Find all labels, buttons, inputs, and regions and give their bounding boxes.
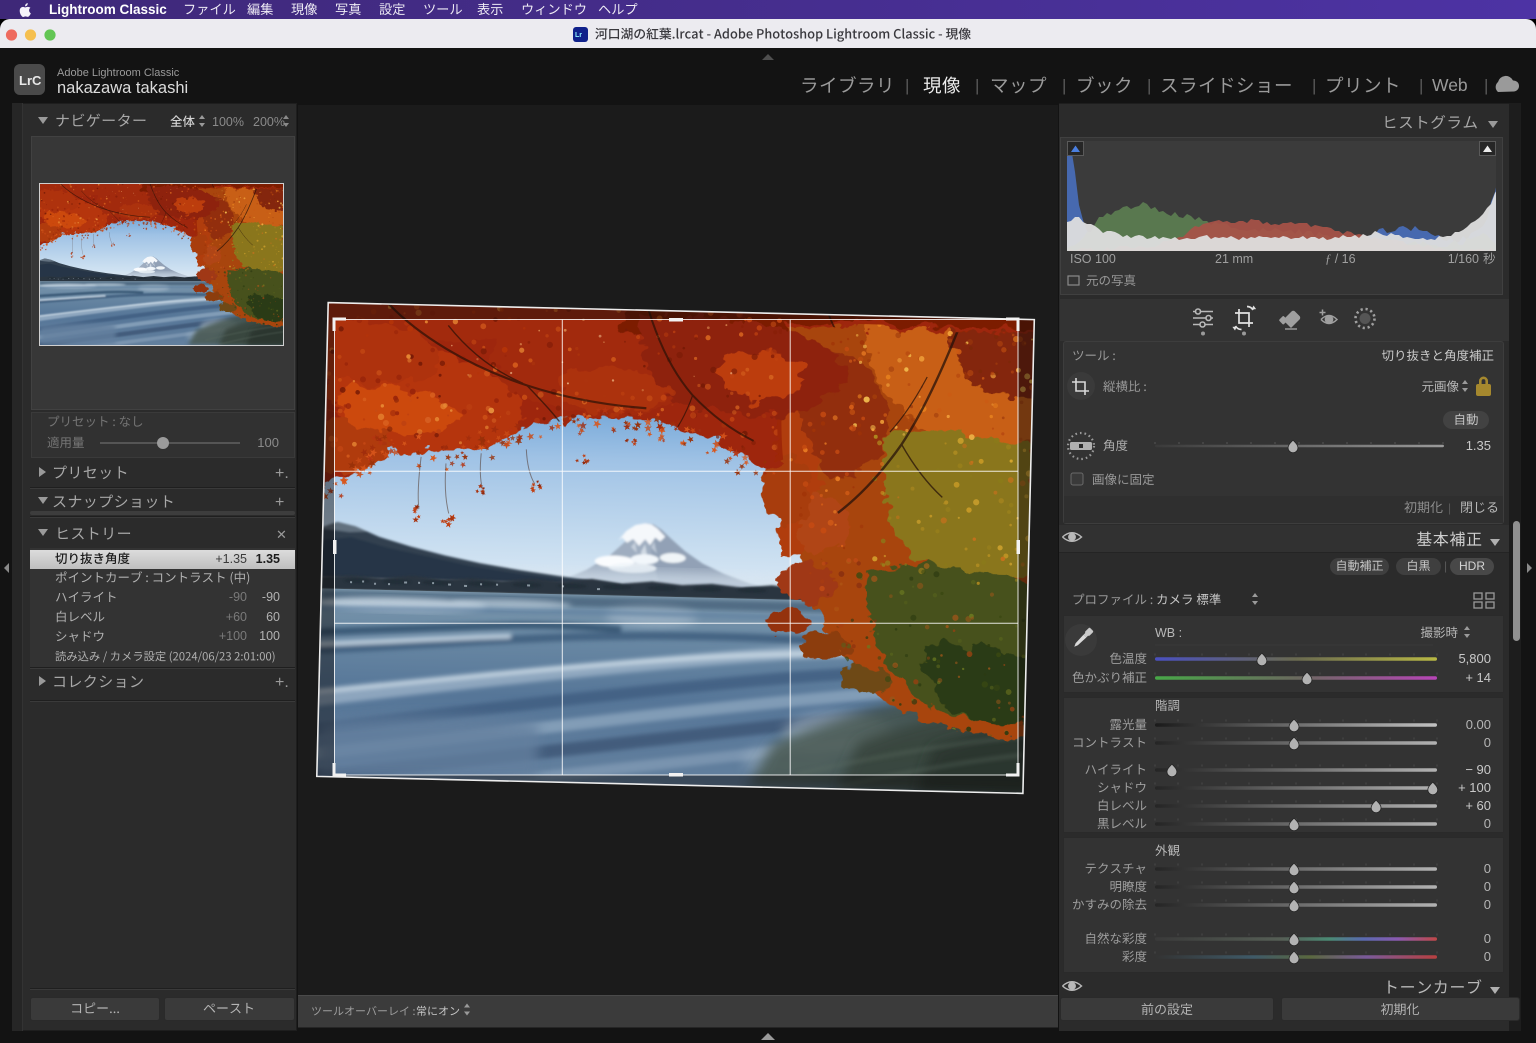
svg-text:5,800: 5,800 [1458,651,1491,666]
svg-text:+60: +60 [226,610,247,624]
svg-text:|: | [1419,76,1423,95]
svg-text:|: | [1484,76,1488,95]
svg-text:0: 0 [1484,879,1491,894]
svg-text:HDR: HDR [1459,559,1485,573]
svg-text:+: + [275,494,284,511]
svg-text:+ 60: + 60 [1465,798,1491,813]
svg-text:✕: ✕ [276,527,287,542]
svg-text:0: 0 [1484,735,1491,750]
svg-text:+1.35: +1.35 [215,552,247,566]
svg-text:+ 100: + 100 [1458,780,1491,795]
svg-text:100: 100 [257,435,279,450]
svg-text:|: | [975,76,979,95]
svg-text:Lightroom Classic: Lightroom Classic [49,2,167,17]
svg-text:1.35: 1.35 [256,552,280,566]
svg-text:-90: -90 [262,590,280,604]
svg-text:21 mm: 21 mm [1215,252,1253,266]
svg-text:|: | [1448,501,1451,515]
svg-text:Adobe Lightroom Classic: Adobe Lightroom Classic [57,67,180,79]
svg-text:-90: -90 [229,590,247,604]
svg-text:1.35: 1.35 [1466,438,1491,453]
svg-text:0: 0 [1484,931,1491,946]
svg-text:0: 0 [1484,897,1491,912]
svg-text:nakazawa takashi: nakazawa takashi [57,79,188,97]
svg-text:0.00: 0.00 [1466,717,1491,732]
svg-text:100: 100 [259,629,280,643]
svg-text:100%: 100% [212,115,244,129]
svg-text:|: | [1312,76,1316,95]
svg-text:0: 0 [1484,861,1491,876]
svg-text:200%: 200% [253,115,285,129]
svg-text:|: | [905,76,909,95]
svg-text:Lr: Lr [575,32,582,39]
svg-text:|: | [1062,76,1066,95]
svg-text:Web: Web [1432,75,1468,95]
svg-text:WB :: WB : [1155,626,1182,640]
svg-text:1/160: 1/160 [1448,252,1479,266]
svg-text:+100: +100 [219,629,247,643]
svg-text:− 90: − 90 [1465,762,1491,777]
svg-text:0: 0 [1484,816,1491,831]
svg-text:+ 14: + 14 [1465,670,1491,685]
svg-text:|: | [1444,559,1447,573]
svg-text:|: | [1147,76,1151,95]
svg-text:+.: +. [275,465,289,482]
svg-text:+.: +. [275,674,289,691]
svg-text:ISO 100: ISO 100 [1070,252,1116,266]
svg-text:LrC: LrC [19,73,42,88]
svg-text:60: 60 [266,610,280,624]
svg-text:0: 0 [1484,949,1491,964]
svg-text:ƒ / 16: ƒ / 16 [1325,252,1356,266]
